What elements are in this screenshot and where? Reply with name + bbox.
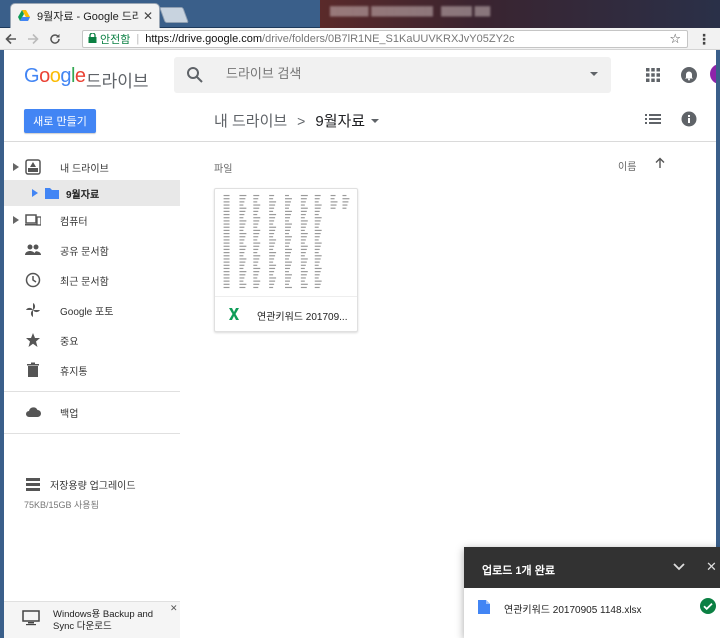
breadcrumb-separator: > xyxy=(297,112,306,129)
sidebar-item-label: 공유 문서함 xyxy=(60,246,109,258)
storage-usage: 75KB/15GB 사용됨 xyxy=(24,500,99,510)
reload-icon xyxy=(50,33,60,44)
apps-grid-icon[interactable] xyxy=(644,66,662,84)
sidebar-item-upgrade-storage[interactable]: 저장용량 업그레이드 xyxy=(4,471,180,497)
sidebar-item-photos[interactable]: Google 포토 xyxy=(4,297,180,323)
address-bar[interactable]: 안전함 | https://drive.google.com/drive/fol… xyxy=(82,30,688,48)
drive-favicon-icon xyxy=(18,10,30,21)
bookmark-star-icon[interactable]: ☆ xyxy=(669,31,681,47)
search-box[interactable] xyxy=(174,57,611,93)
expand-arrow-icon[interactable] xyxy=(32,189,38,197)
sidebar-item-shared[interactable]: 공유 문서함 xyxy=(4,237,180,263)
spreadsheet-thumbnail xyxy=(215,189,357,297)
sidebar-divider xyxy=(4,391,180,392)
upload-panel: 업로드 1개 완료 ✕ 연관키워드 20170905 1148.xlsx xyxy=(464,547,720,638)
storage-icon xyxy=(26,478,40,491)
secure-label: 안전함 xyxy=(100,34,131,46)
background-tabs: ▇▇▇▇▇ ▇▇▇▇▇▇▇▇ ▇▇▇▇ ▇▇ xyxy=(330,6,491,17)
forward-arrow-icon xyxy=(28,33,39,44)
computer-icon xyxy=(25,214,41,226)
sidebar-item-label: 컴퓨터 xyxy=(60,216,88,228)
tab-title: 9월자료 - Google 드라이 xyxy=(37,11,139,23)
sidebar-item-label: Google 포토 xyxy=(60,306,114,318)
back-arrow-icon xyxy=(5,33,16,44)
sidebar-item-my-drive[interactable]: 내 드라이브 xyxy=(4,154,180,180)
collapse-chevron-icon[interactable] xyxy=(672,561,686,573)
sidebar-item-computers[interactable]: 컴퓨터 xyxy=(4,207,180,233)
url-host: https://drive.google.com xyxy=(145,33,263,45)
promo-close-icon[interactable]: ✕ xyxy=(170,603,178,614)
uploaded-file-name: 연관키워드 20170905 1148.xlsx xyxy=(504,605,642,616)
file-card[interactable]: 연관키워드 201709... xyxy=(214,188,358,332)
sidebar-item-label: 저장용량 업그레이드 xyxy=(50,480,136,492)
app-header: Google 드라이브 새로 만들기 내 드라이브 > 9월자료 xyxy=(4,50,720,142)
breadcrumb-root[interactable]: 내 드라이브 xyxy=(214,110,287,131)
expand-arrow-icon[interactable] xyxy=(13,163,19,171)
excel-icon xyxy=(229,308,239,320)
clock-icon xyxy=(25,272,41,288)
pinwheel-icon xyxy=(26,303,40,317)
star-icon xyxy=(26,333,40,347)
backup-sync-promo[interactable]: Windows용 Backup and Sync 다운로드 ✕ xyxy=(4,601,180,638)
sidebar-item-label: 내 드라이브 xyxy=(60,163,109,175)
monitor-icon xyxy=(22,610,40,626)
sidebar-item-backup[interactable]: 백업 xyxy=(4,399,180,425)
sidebar-item-label: 중요 xyxy=(60,336,79,348)
sidebar-item-label: 9월자료 xyxy=(66,189,100,201)
browser-tab-active[interactable]: 9월자료 - Google 드라이 ✕ xyxy=(10,3,160,28)
drive-icon xyxy=(25,159,41,175)
sidebar-item-label: 최근 문서함 xyxy=(60,276,109,288)
sidebar-item-starred[interactable]: 중요 xyxy=(4,327,180,353)
folder-icon xyxy=(45,188,59,199)
people-icon xyxy=(25,244,41,255)
cloud-icon xyxy=(26,407,41,417)
back-button[interactable] xyxy=(0,28,22,50)
browser-menu-icon[interactable]: ⋮ xyxy=(694,28,714,50)
search-icon[interactable] xyxy=(186,66,204,84)
product-name: 드라이브 xyxy=(86,72,149,91)
sidebar-item-label: 백업 xyxy=(60,408,79,420)
folder-menu-caret-icon[interactable] xyxy=(371,117,380,125)
expand-arrow-icon[interactable] xyxy=(13,216,19,224)
search-input[interactable] xyxy=(226,66,566,81)
info-icon[interactable] xyxy=(681,111,697,127)
sort-direction-icon[interactable] xyxy=(654,157,666,169)
url-path: /drive/folders/0B7lR1NE_S1KaUUVKRXJvY05Z… xyxy=(262,33,515,45)
sort-by-name[interactable]: 이름 xyxy=(618,158,636,173)
sidebar-divider xyxy=(4,433,180,434)
url-separator: | xyxy=(136,33,140,45)
reload-button[interactable] xyxy=(44,28,66,50)
search-options-icon[interactable] xyxy=(589,69,599,79)
sidebar-item-september-folder[interactable]: 9월자료 xyxy=(4,180,180,206)
window-border-right xyxy=(716,50,720,547)
google-logo[interactable]: Google xyxy=(24,65,86,88)
promo-text: Windows용 Backup and Sync 다운로드 xyxy=(53,609,154,632)
file-footer: 연관키워드 201709... xyxy=(215,297,357,331)
upload-panel-header: 업로드 1개 완료 ✕ xyxy=(464,547,720,588)
list-view-icon[interactable] xyxy=(645,111,661,127)
sidebar-item-recent[interactable]: 최근 문서함 xyxy=(4,267,180,293)
upload-item[interactable]: 연관키워드 20170905 1148.xlsx xyxy=(464,588,720,638)
breadcrumb: 내 드라이브 > 9월자료 xyxy=(214,110,380,131)
sidebar-item-label: 휴지통 xyxy=(60,366,88,378)
breadcrumb-current[interactable]: 9월자료 xyxy=(315,110,365,131)
forward-button[interactable] xyxy=(22,28,44,50)
file-name: 연관키워드 201709... xyxy=(257,312,348,323)
tab-close-icon[interactable]: ✕ xyxy=(143,9,153,23)
section-title-files: 파일 xyxy=(214,164,233,175)
lock-icon xyxy=(88,31,97,46)
upload-complete-check-icon xyxy=(700,598,716,614)
sidebar: 내 드라이브 9월자료 컴퓨터 공유 문서함 최근 문서함 Google 포토 … xyxy=(4,142,180,638)
upload-close-icon[interactable]: ✕ xyxy=(706,559,717,575)
sidebar-item-trash[interactable]: 휴지통 xyxy=(4,357,180,383)
notifications-icon[interactable] xyxy=(680,66,698,84)
document-icon xyxy=(478,600,490,614)
trash-icon xyxy=(27,362,39,377)
new-button[interactable]: 새로 만들기 xyxy=(24,109,96,133)
upload-status-title: 업로드 1개 완료 xyxy=(482,565,555,577)
